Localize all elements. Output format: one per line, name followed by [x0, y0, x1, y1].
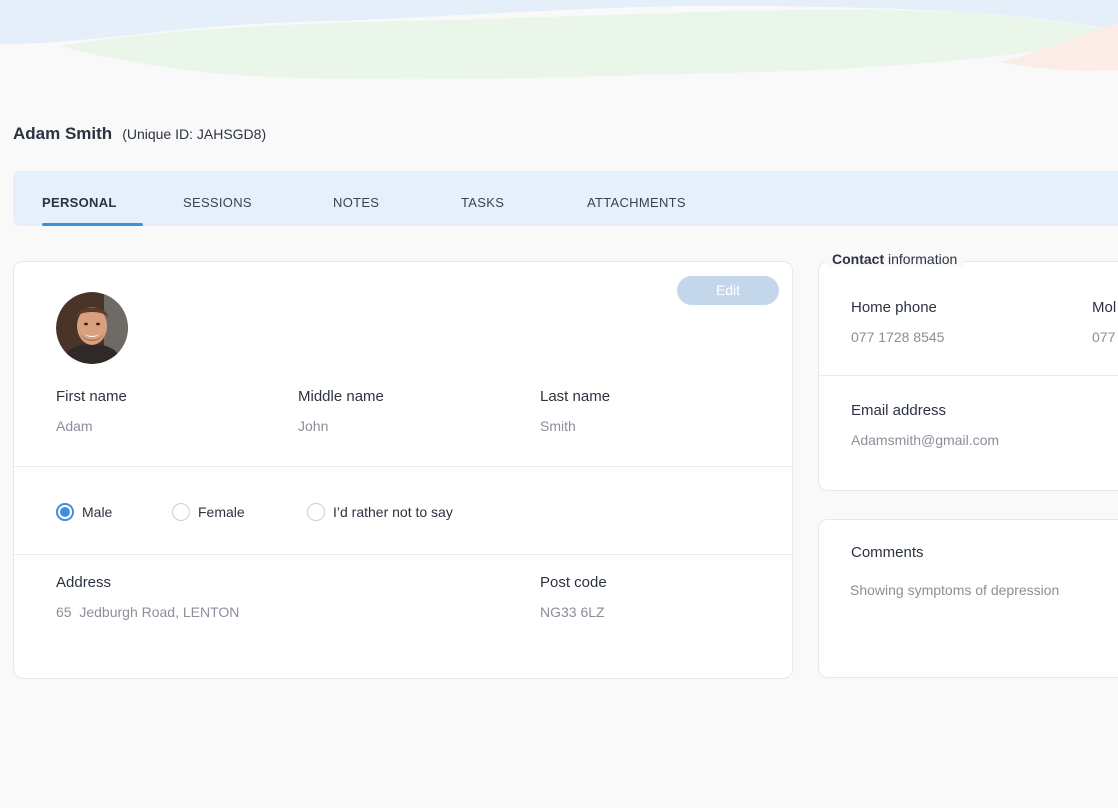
- first-name-label: First name: [56, 388, 127, 405]
- comments-card: Comments Showing symptoms of depression: [818, 519, 1118, 678]
- divider: [14, 554, 792, 555]
- mobile-value: 077: [1092, 329, 1116, 345]
- gender-radio-female[interactable]: Female: [172, 503, 245, 521]
- home-phone-value: 077 1728 8545: [851, 329, 945, 345]
- post-code-label: Post code: [540, 574, 607, 591]
- address-value: 65 Jedburgh Road, LENTON: [56, 604, 240, 620]
- gender-option-label: Female: [198, 504, 245, 520]
- home-phone-label: Home phone: [851, 299, 937, 316]
- contact-title-bold: Contact: [832, 251, 885, 267]
- user-photo-icon: [56, 292, 128, 364]
- profile-unique-id: (Unique ID: JAHSGD8): [122, 126, 267, 142]
- profile-name: Adam Smith: [13, 124, 113, 143]
- last-name-label: Last name: [540, 388, 611, 405]
- profile-header: Adam Smith (Unique ID: JAHSGD8): [13, 124, 266, 144]
- active-tab-indicator: [42, 223, 143, 226]
- comments-value: Showing symptoms of depression: [850, 582, 1060, 598]
- gender-radio-rather-not-say[interactable]: I’d rather not to say: [307, 503, 453, 521]
- gender-option-label: Male: [82, 504, 113, 520]
- tab-attachments[interactable]: ATTACHMENTS: [587, 171, 686, 226]
- header-background-waves: [0, 0, 1118, 80]
- gender-option-label: I’d rather not to say: [333, 504, 453, 520]
- email-label: Email address: [851, 402, 947, 419]
- contact-information-card: Home phone 077 1728 8545 Mol 077 Email a…: [818, 261, 1118, 491]
- tab-personal[interactable]: PERSONAL: [42, 171, 117, 226]
- radio-checked-icon: [56, 503, 74, 521]
- avatar: [56, 292, 128, 364]
- middle-name-label: Middle name: [298, 388, 384, 405]
- radio-unchecked-icon: [172, 503, 190, 521]
- tab-sessions[interactable]: SESSIONS: [183, 171, 252, 226]
- divider: [14, 466, 792, 467]
- post-code-value: NG33 6LZ: [540, 604, 605, 620]
- contact-title-rest: information: [884, 251, 958, 267]
- email-value[interactable]: Adamsmith@gmail.com: [851, 432, 999, 448]
- first-name-value: Adam: [56, 418, 93, 434]
- radio-unchecked-icon: [307, 503, 325, 521]
- tab-notes[interactable]: NOTES: [333, 171, 379, 226]
- last-name-value: Smith: [540, 418, 576, 434]
- comments-label: Comments: [851, 544, 924, 561]
- contact-information-title: Contact information: [826, 251, 964, 267]
- edit-button[interactable]: Edit: [677, 276, 779, 305]
- middle-name-value: John: [298, 418, 329, 434]
- personal-details-card: Edit First name Adam Middle name John La…: [13, 261, 793, 679]
- tab-tasks[interactable]: TASKS: [461, 171, 504, 226]
- divider: [819, 375, 1118, 376]
- gender-radio-male[interactable]: Male: [56, 503, 112, 521]
- address-label: Address: [56, 574, 112, 591]
- tab-bar: PERSONAL SESSIONS NOTES TASKS ATTACHMENT…: [13, 171, 1118, 226]
- mobile-label: Mol: [1092, 299, 1117, 316]
